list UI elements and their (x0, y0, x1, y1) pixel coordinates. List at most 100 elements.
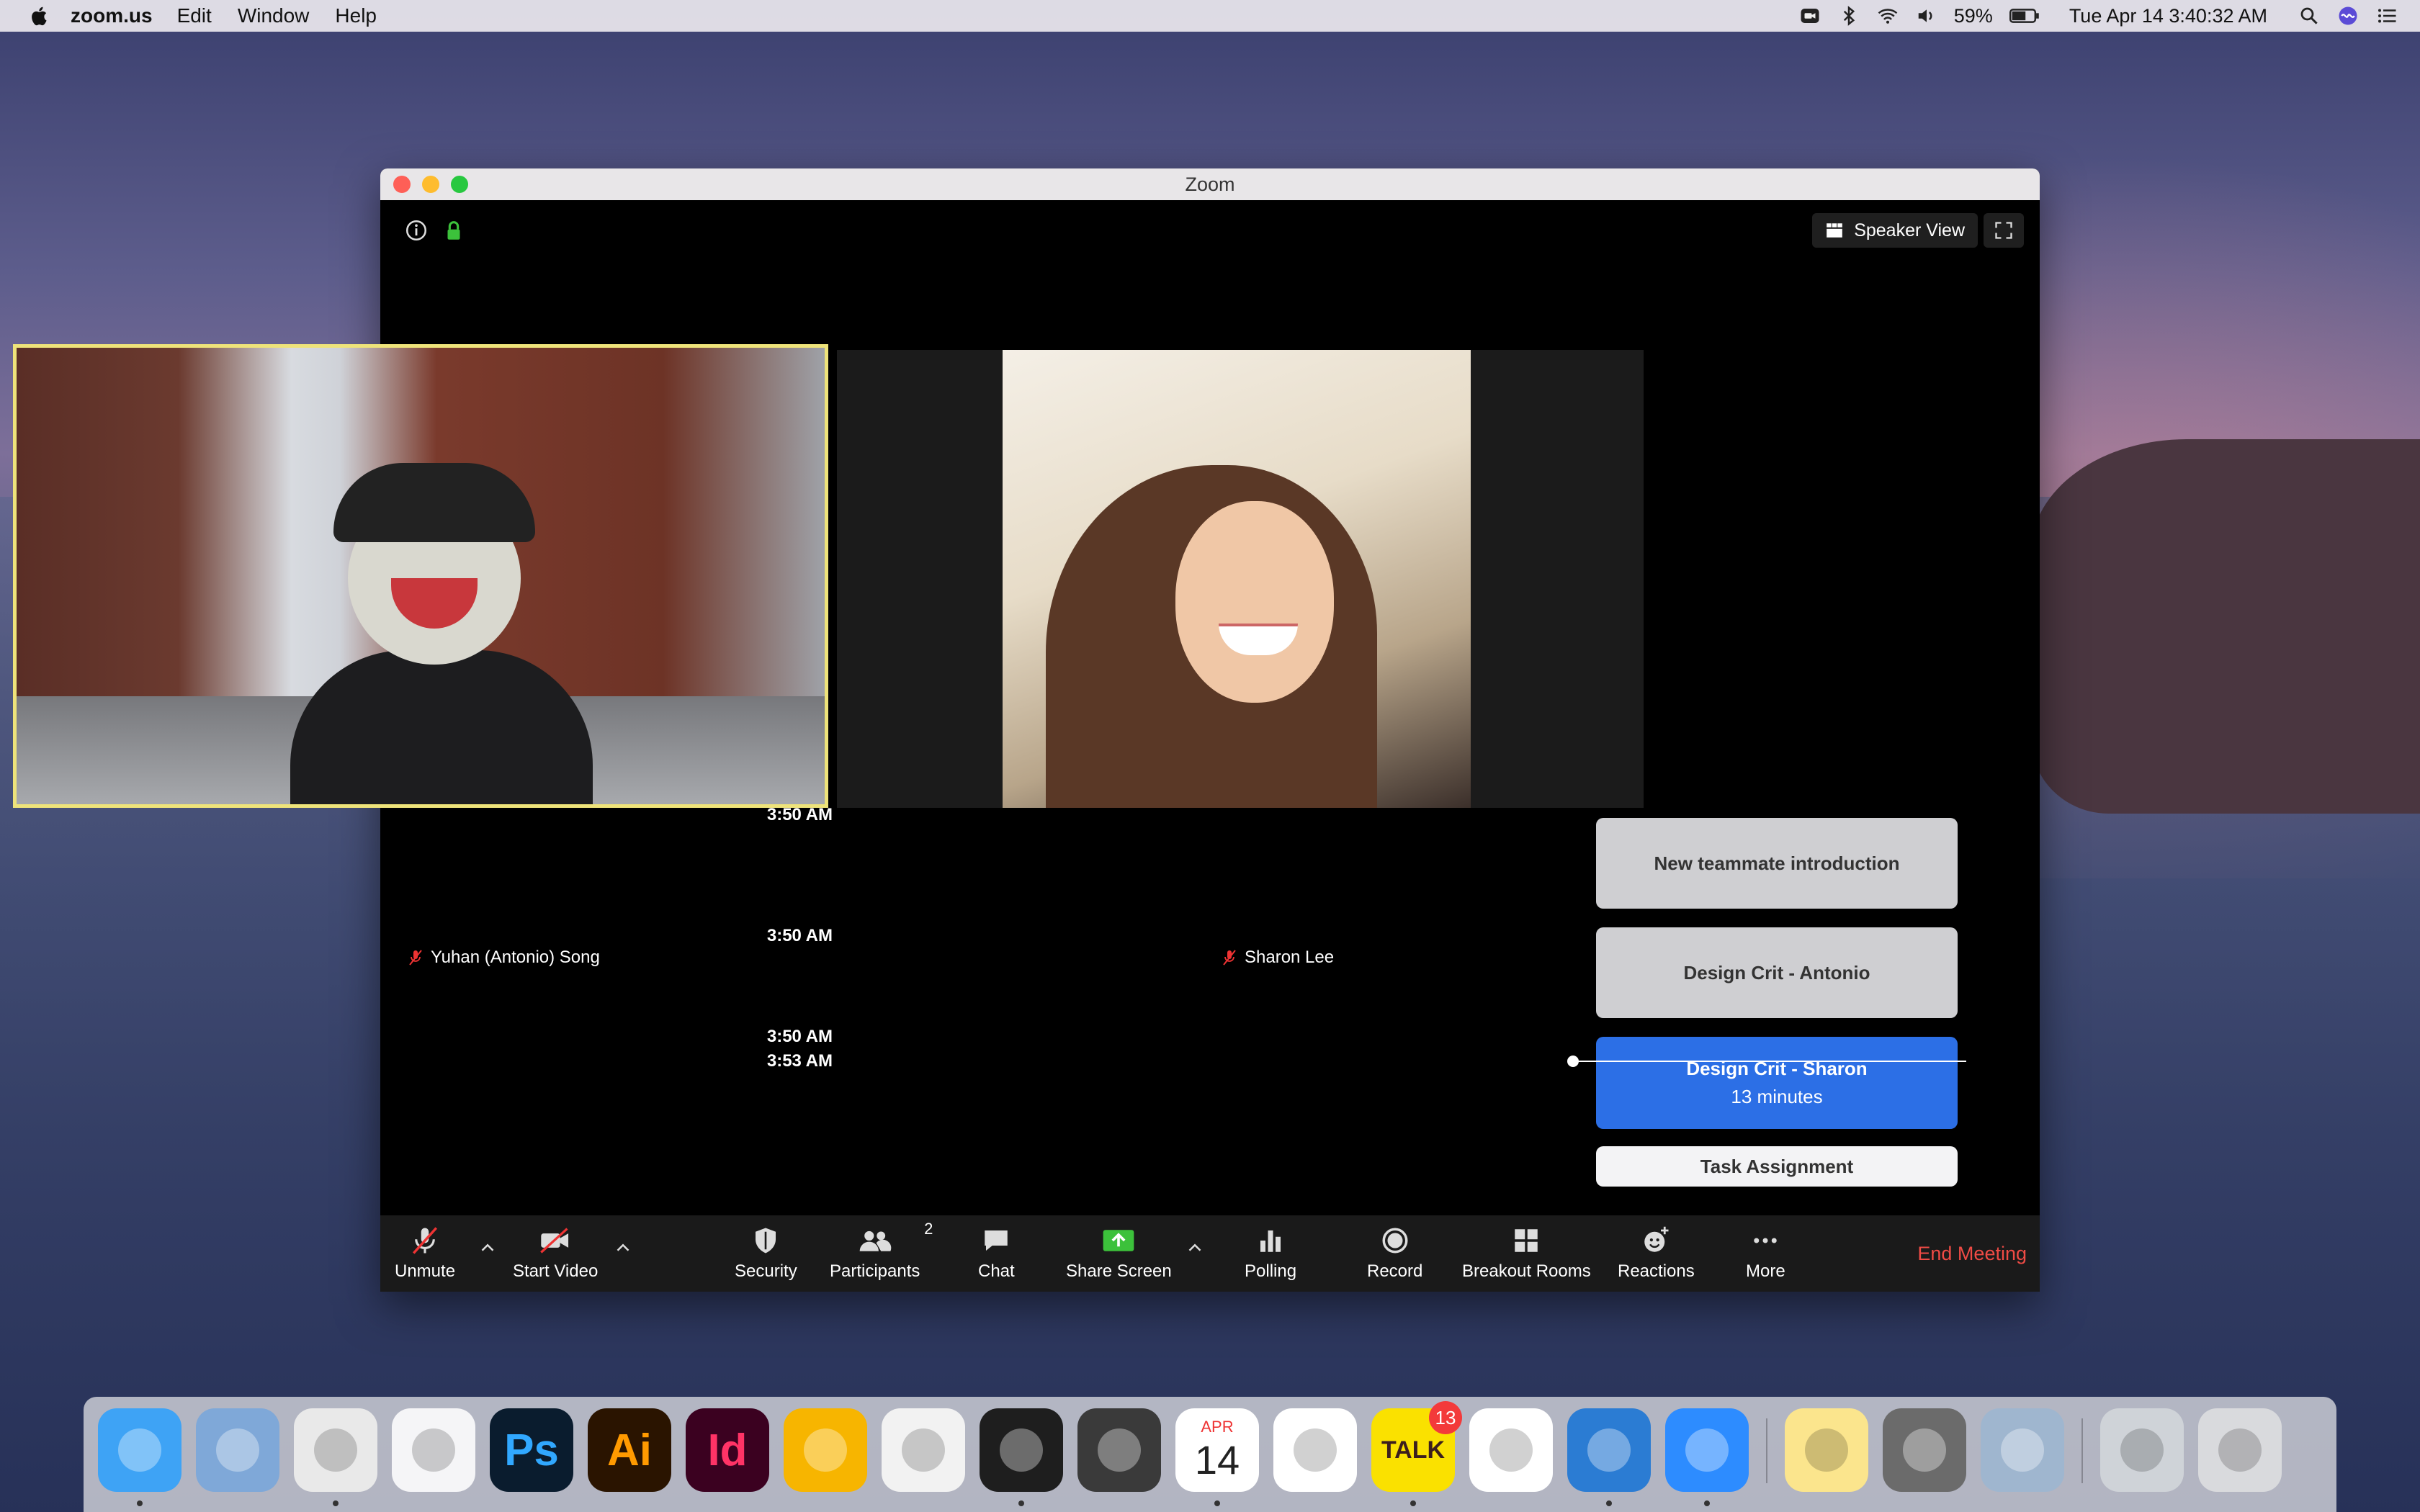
participant-name: Sharon Lee (1245, 948, 1335, 967)
photoshop-icon[interactable]: Ps (490, 1408, 573, 1492)
running-indicator (1214, 1500, 1220, 1506)
spotlight-search-icon[interactable] (2298, 4, 2321, 27)
participant-video-figure (290, 434, 593, 804)
bar-chart-icon (1260, 1230, 1281, 1252)
chevron-up-icon (481, 1243, 494, 1251)
mail-icon[interactable] (196, 1408, 279, 1492)
agenda-item-duration: 13 minutes (1731, 1086, 1823, 1107)
security-button[interactable]: Security (735, 1225, 797, 1282)
active-app-menu[interactable]: zoom.us (71, 4, 153, 27)
menu-edit[interactable]: Edit (177, 4, 212, 27)
dock: Ps Ai Id APR 14 TALK 13 (84, 1397, 2336, 1512)
agenda-item-task-assignment[interactable]: Task Assignment (1596, 1146, 1958, 1187)
trash-icon[interactable] (2198, 1408, 2282, 1492)
dock-icon-glyph (1294, 1428, 1337, 1472)
agenda-item-title: New teammate introduction (1654, 852, 1900, 874)
unmute-label: Unmute (395, 1261, 456, 1281)
dock-icon-glyph (2120, 1428, 2164, 1472)
kakaotalk-icon[interactable]: TALK 13 (1371, 1401, 1462, 1492)
share-screen-label: Share Screen (1066, 1261, 1172, 1281)
window-titlebar[interactable]: Zoom (380, 168, 2040, 200)
notification-badge: 13 (1429, 1401, 1462, 1434)
share-screen-icon (1103, 1230, 1134, 1251)
agenda-item-design-crit-sharon[interactable]: Design Crit - Sharon 13 minutes (1596, 1037, 1958, 1129)
system-preferences-icon[interactable] (1883, 1408, 1966, 1492)
record-button[interactable]: Record (1367, 1225, 1422, 1282)
bluetooth-icon[interactable] (1837, 4, 1860, 27)
notification-center-icon[interactable] (2375, 4, 2398, 27)
zoom-icon[interactable] (1665, 1408, 1749, 1492)
calendar-icon[interactable]: APR 14 (1175, 1408, 1259, 1492)
sketch-icon[interactable] (784, 1408, 867, 1492)
menu-bar: zoom.us Edit Window Help 59% Tue Apr 14 … (0, 0, 2420, 32)
video-options-caret[interactable] (612, 1237, 634, 1259)
muted-mic-icon (409, 950, 422, 966)
breakout-rooms-button[interactable]: Breakout Rooms (1462, 1225, 1591, 1282)
battery-icon[interactable] (2009, 4, 2040, 27)
menu-window[interactable]: Window (238, 4, 310, 27)
preview-icon[interactable] (1981, 1408, 2064, 1492)
participant-name-tag: Yuhan (Antonio) Song (398, 943, 610, 972)
share-screen-button[interactable]: Share Screen (1066, 1225, 1172, 1282)
chat-icon (985, 1230, 1008, 1251)
start-video-label: Start Video (513, 1261, 599, 1281)
menu-help[interactable]: Help (335, 4, 377, 27)
more-button[interactable]: More (1746, 1225, 1785, 1282)
figma-icon[interactable] (980, 1408, 1063, 1492)
chevron-up-icon (1188, 1243, 1201, 1251)
todo-icon[interactable] (1567, 1408, 1651, 1492)
indesign-icon[interactable]: Id (686, 1408, 769, 1492)
dock-icon-glyph (314, 1428, 357, 1472)
slack-icon[interactable] (1273, 1408, 1357, 1492)
finder-icon[interactable] (98, 1408, 182, 1492)
muted-mic-icon (1223, 950, 1236, 966)
agenda-time: 3:50 AM (766, 1027, 833, 1046)
running-indicator (1704, 1500, 1710, 1506)
speaker-view-button[interactable]: Speaker View (1812, 213, 1978, 248)
video-tile-yuhan[interactable] (13, 344, 828, 808)
unmute-button[interactable]: Unmute (395, 1225, 455, 1282)
downloads-icon[interactable] (2100, 1408, 2184, 1492)
encryption-lock-icon[interactable] (439, 216, 468, 245)
picsart-icon[interactable] (882, 1408, 965, 1492)
agenda-now-line (1573, 1061, 1966, 1062)
notes-icon[interactable] (1785, 1408, 1868, 1492)
start-video-button[interactable]: Start Video (513, 1225, 598, 1282)
menu-clock[interactable]: Tue Apr 14 3:40:32 AM (2069, 5, 2267, 27)
siri-icon[interactable] (2336, 4, 2360, 27)
more-label: More (1746, 1261, 1785, 1281)
chat-button[interactable]: Chat (978, 1225, 1015, 1282)
agenda-time: 3:50 AM (766, 805, 833, 824)
audio-options-caret[interactable] (477, 1237, 498, 1259)
illustrator-icon[interactable]: Ai (588, 1408, 671, 1492)
meeting-info-icon[interactable] (402, 216, 431, 245)
shield-icon (756, 1228, 776, 1254)
dock-icon-glyph (1903, 1428, 1946, 1472)
dock-icon-glyph (118, 1428, 161, 1472)
agenda-item-new-teammate[interactable]: New teammate introduction (1596, 818, 1958, 909)
apple-menu-icon[interactable] (26, 1, 55, 30)
breakout-rooms-icon (1515, 1229, 1538, 1252)
video-tile-sharon[interactable] (1003, 350, 1471, 808)
zoom-status-icon[interactable] (1798, 4, 1821, 27)
music-icon[interactable] (392, 1408, 475, 1492)
volume-icon[interactable] (1915, 4, 1938, 27)
agenda-item-design-crit-antonio[interactable]: Design Crit - Antonio (1596, 927, 1958, 1018)
dock-icon-glyph (1685, 1428, 1729, 1472)
wallpaper-cliff (2031, 439, 2420, 814)
record-label: Record (1367, 1261, 1423, 1281)
dropbox-icon[interactable] (1469, 1408, 1553, 1492)
digital-color-meter-icon[interactable] (1077, 1408, 1161, 1492)
dock-icon-glyph (1587, 1428, 1631, 1472)
end-meeting-button[interactable]: End Meeting (1917, 1243, 2027, 1265)
chrome-icon[interactable] (294, 1408, 377, 1492)
participants-button[interactable]: 2 Participants (830, 1220, 933, 1282)
fullscreen-button[interactable] (1984, 213, 2024, 248)
dock-icon-glyph (1000, 1428, 1043, 1472)
wifi-icon[interactable] (1876, 4, 1899, 27)
speaker-view-label: Speaker View (1854, 220, 1965, 240)
grid-icon (1827, 223, 1843, 238)
polling-button[interactable]: Polling (1245, 1225, 1296, 1282)
share-options-caret[interactable] (1184, 1237, 1206, 1259)
reactions-button[interactable]: Reactions (1618, 1225, 1695, 1282)
